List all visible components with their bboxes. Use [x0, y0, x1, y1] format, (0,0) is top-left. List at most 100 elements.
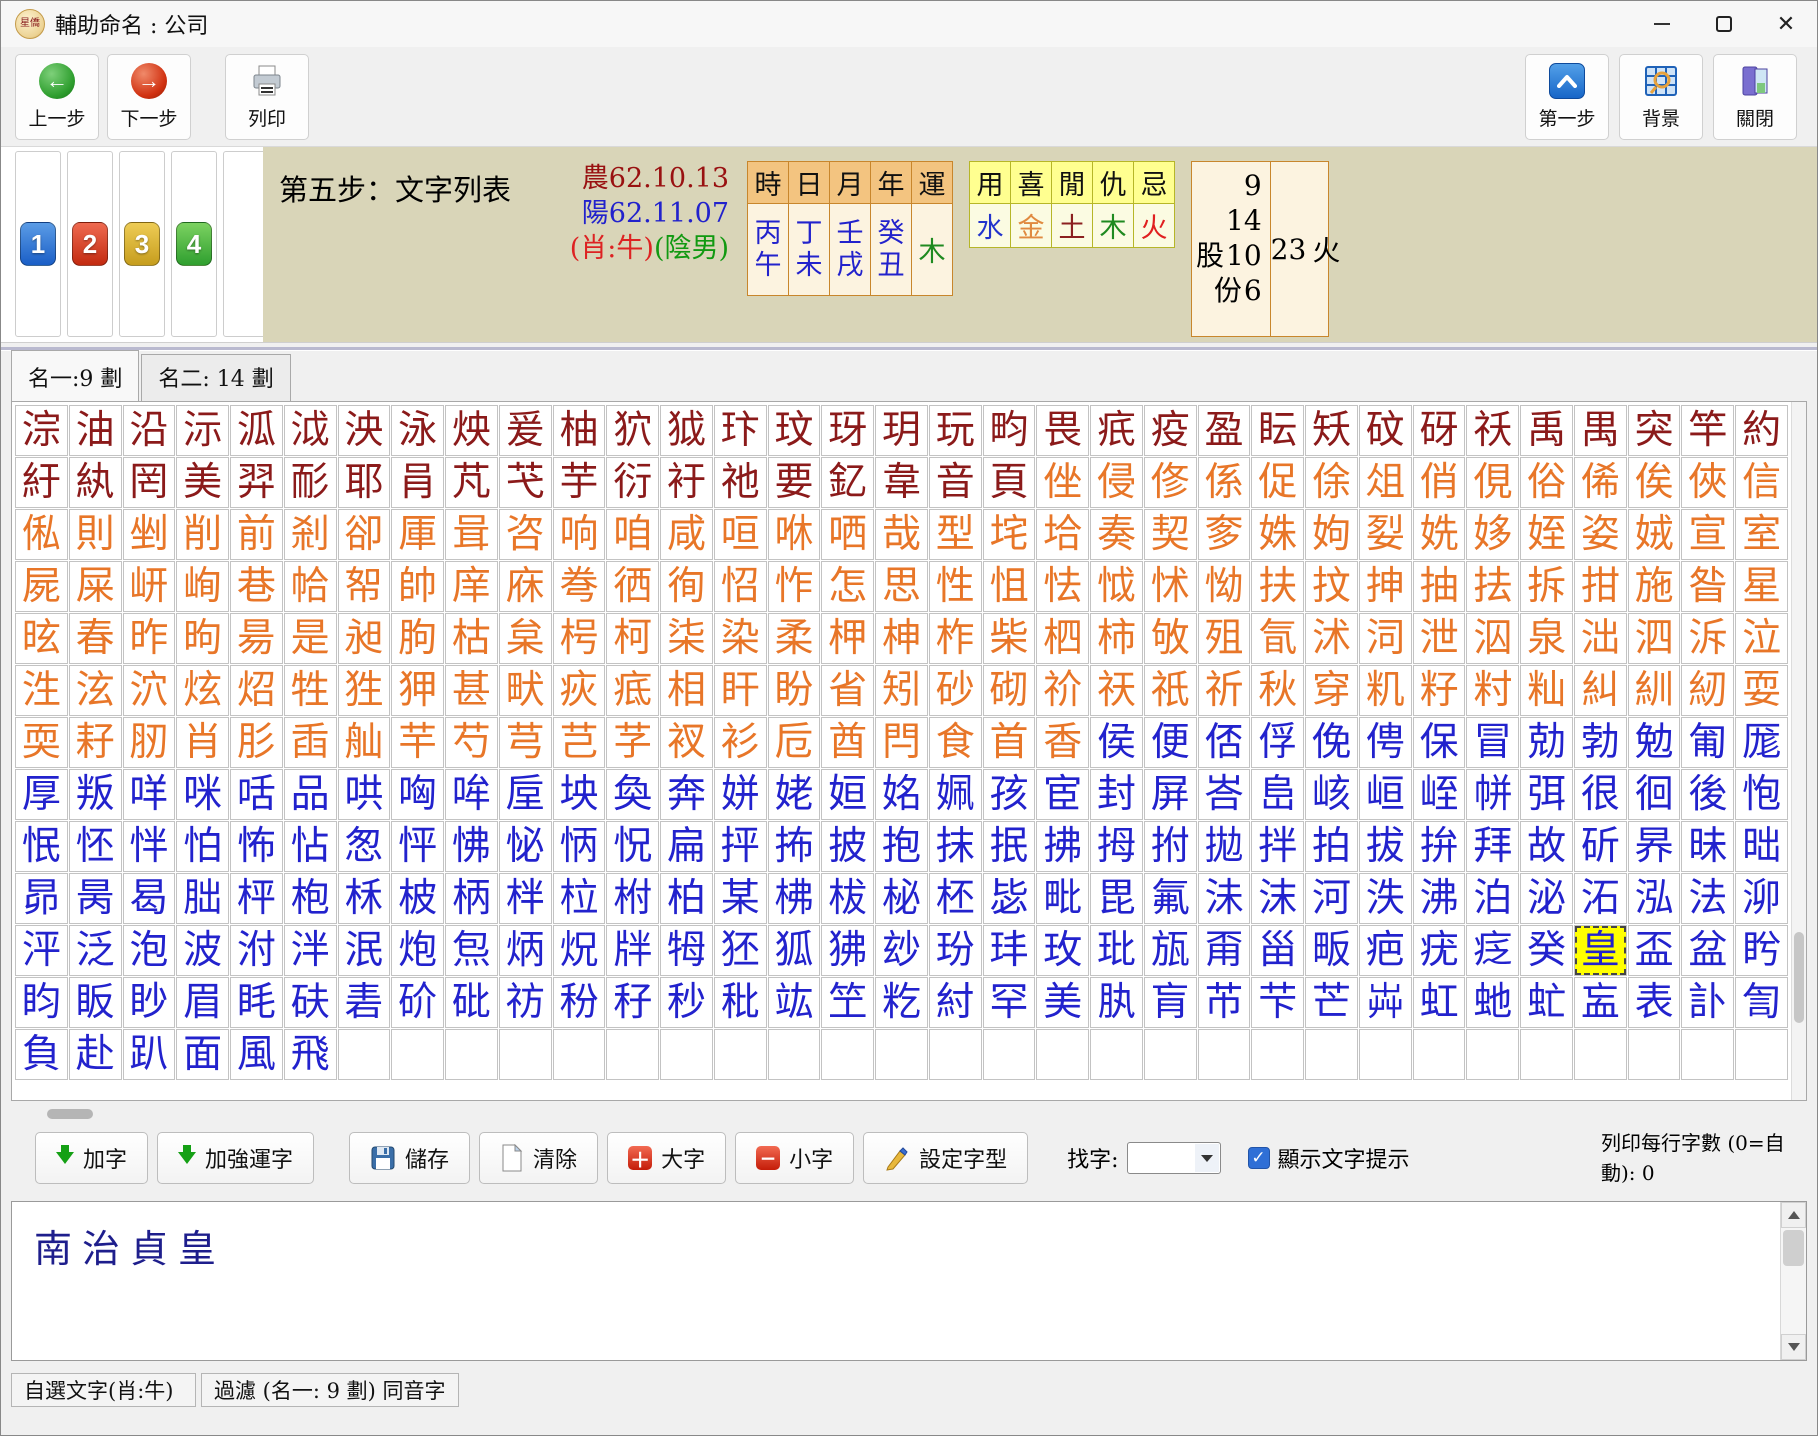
grid-cell[interactable]: 契	[1144, 509, 1197, 560]
grid-cell[interactable]: 泝	[1681, 613, 1734, 664]
grid-cell[interactable]: 炤	[230, 665, 283, 716]
grid-cell[interactable]: 耎	[15, 717, 68, 768]
grid-cell[interactable]: 紃	[1628, 665, 1681, 716]
grid-vertical-scrollbar[interactable]	[1791, 402, 1806, 1100]
grid-cell[interactable]: 响	[553, 509, 606, 560]
grid-cell[interactable]: 沸	[1413, 873, 1466, 924]
grid-cell[interactable]: 波	[176, 925, 229, 976]
grid-cell[interactable]: 帥	[391, 561, 444, 612]
grid-cell[interactable]: 哞	[445, 769, 498, 820]
grid-cell[interactable]: 酋	[821, 717, 874, 768]
grid-cell[interactable]: 怖	[230, 821, 283, 872]
grid-cell[interactable]: 咠	[445, 509, 498, 560]
scroll-up-button[interactable]	[1781, 1202, 1806, 1228]
grid-cell[interactable]: 拍	[1305, 821, 1358, 872]
grid-cell[interactable]: 紆	[15, 457, 68, 508]
grid-cell[interactable]: 芉	[391, 717, 444, 768]
grid-cell[interactable]: 咩	[123, 769, 176, 820]
grid-cell[interactable]: 哄	[338, 769, 391, 820]
grid-cell[interactable]: 咨	[499, 509, 552, 560]
grid-cell[interactable]: 牳	[660, 925, 713, 976]
grid-cell[interactable]: 飛	[284, 1029, 337, 1080]
grid-cell[interactable]: 狎	[391, 665, 444, 716]
grid-cell[interactable]: 俔	[1466, 457, 1519, 508]
grid-cell[interactable]: 柞	[929, 613, 982, 664]
grid-cell[interactable]: 便	[1144, 717, 1197, 768]
step-4-button[interactable]: 4	[171, 151, 217, 337]
show-hint-checkbox[interactable]: ✓	[1248, 1147, 1270, 1169]
grid-cell[interactable]: 眉	[176, 977, 229, 1028]
grid-cell[interactable]: 玡	[821, 405, 874, 456]
grid-cell[interactable]: 炾	[553, 925, 606, 976]
grid-cell[interactable]: 峊	[1251, 769, 1304, 820]
grid-cell[interactable]: 疧	[1090, 405, 1143, 456]
grid-cell[interactable]: 垞	[983, 509, 1036, 560]
grid-cell[interactable]: 促	[1251, 457, 1304, 508]
grid-cell[interactable]: 泅	[1466, 613, 1519, 664]
grid-cell[interactable]: 峋	[176, 561, 229, 612]
grid-cell[interactable]: 柿	[1090, 613, 1143, 664]
grid-cell[interactable]: 春	[69, 613, 122, 664]
grid-cell[interactable]: 勀	[1520, 717, 1573, 768]
grid-cell[interactable]: 型	[929, 509, 982, 560]
grid-cell[interactable]: 徊	[1628, 769, 1681, 820]
grid-cell[interactable]: 罔	[123, 457, 176, 508]
grid-cell[interactable]: 哅	[391, 769, 444, 820]
tab-name1[interactable]: 名一:9 劃	[11, 350, 139, 401]
grid-cell[interactable]: 咻	[768, 509, 821, 560]
grid-cell[interactable]: 疣	[1413, 925, 1466, 976]
grid-cell[interactable]: 拇	[1090, 821, 1143, 872]
grid-cell[interactable]: 芇	[1198, 977, 1251, 1028]
grid-cell[interactable]: 室	[1735, 509, 1788, 560]
grid-cell[interactable]: 秕	[714, 977, 767, 1028]
grid-cell[interactable]: 厚	[15, 769, 68, 820]
grid-cell[interactable]: 枯	[445, 613, 498, 664]
grid-cell[interactable]: 抾	[1466, 561, 1519, 612]
grid-cell[interactable]: 怑	[123, 821, 176, 872]
grid-cell[interactable]: 拚	[1413, 821, 1466, 872]
grid-cell[interactable]: 巷	[230, 561, 283, 612]
grid-cell[interactable]: 性	[929, 561, 982, 612]
grid-cell[interactable]: 柔	[768, 613, 821, 664]
grid-cell[interactable]: 炰	[445, 925, 498, 976]
grid-cell[interactable]: 前	[230, 509, 283, 560]
set-font-button[interactable]: 設定字型	[863, 1132, 1028, 1184]
grid-cell[interactable]: 枹	[284, 873, 337, 924]
grid-cell[interactable]: 相	[660, 665, 713, 716]
grid-cell[interactable]: 昧	[1681, 821, 1734, 872]
grid-cell[interactable]: 抽	[1413, 561, 1466, 612]
grid-cell[interactable]: 舢	[338, 717, 391, 768]
grid-cell[interactable]: 侵	[1090, 457, 1143, 508]
grid-cell[interactable]: 衩	[660, 717, 713, 768]
grid-cell[interactable]: 厖	[1735, 717, 1788, 768]
grid-cell[interactable]: 虻	[1520, 977, 1573, 1028]
grid-cell[interactable]: 衁	[1574, 977, 1627, 1028]
grid-cell[interactable]: 抨	[714, 821, 767, 872]
grid-cell[interactable]: 剉	[123, 509, 176, 560]
grid-cell[interactable]: 俎	[1359, 457, 1412, 508]
grid-cell[interactable]: 衫	[714, 717, 767, 768]
grid-cell[interactable]: 奔	[660, 769, 713, 820]
small-font-button[interactable]: − 小字	[735, 1132, 854, 1184]
grid-cell[interactable]: 咱	[606, 509, 659, 560]
grid-cell[interactable]: 竿	[1681, 405, 1734, 456]
grid-cell[interactable]: 韋	[875, 457, 928, 508]
grid-cell[interactable]: 砌	[983, 665, 1036, 716]
grid-cell[interactable]: 昴	[15, 873, 68, 924]
grid-cell[interactable]: 保	[1413, 717, 1466, 768]
grid-cell[interactable]: 虵	[1466, 977, 1519, 1028]
grid-cell[interactable]: 柏	[660, 873, 713, 924]
grid-cell[interactable]: 皇	[1574, 925, 1627, 976]
grid-cell[interactable]: 姥	[768, 769, 821, 820]
grid-cell[interactable]: 盰	[714, 665, 767, 716]
grid-cell[interactable]: 爰	[499, 405, 552, 456]
grid-cell[interactable]: 怦	[391, 821, 444, 872]
grid-cell[interactable]: 紉	[1681, 665, 1734, 716]
grid-cell[interactable]: 弭	[1520, 769, 1573, 820]
grid-cell[interactable]: 斫	[1574, 821, 1627, 872]
selected-characters-area[interactable]: 南治貞皇	[11, 1201, 1807, 1361]
grid-cell[interactable]: 泭	[230, 925, 283, 976]
grid-cell[interactable]: 抱	[875, 821, 928, 872]
grid-cell[interactable]: 泊	[1466, 873, 1519, 924]
grid-cell[interactable]: 虹	[1413, 977, 1466, 1028]
